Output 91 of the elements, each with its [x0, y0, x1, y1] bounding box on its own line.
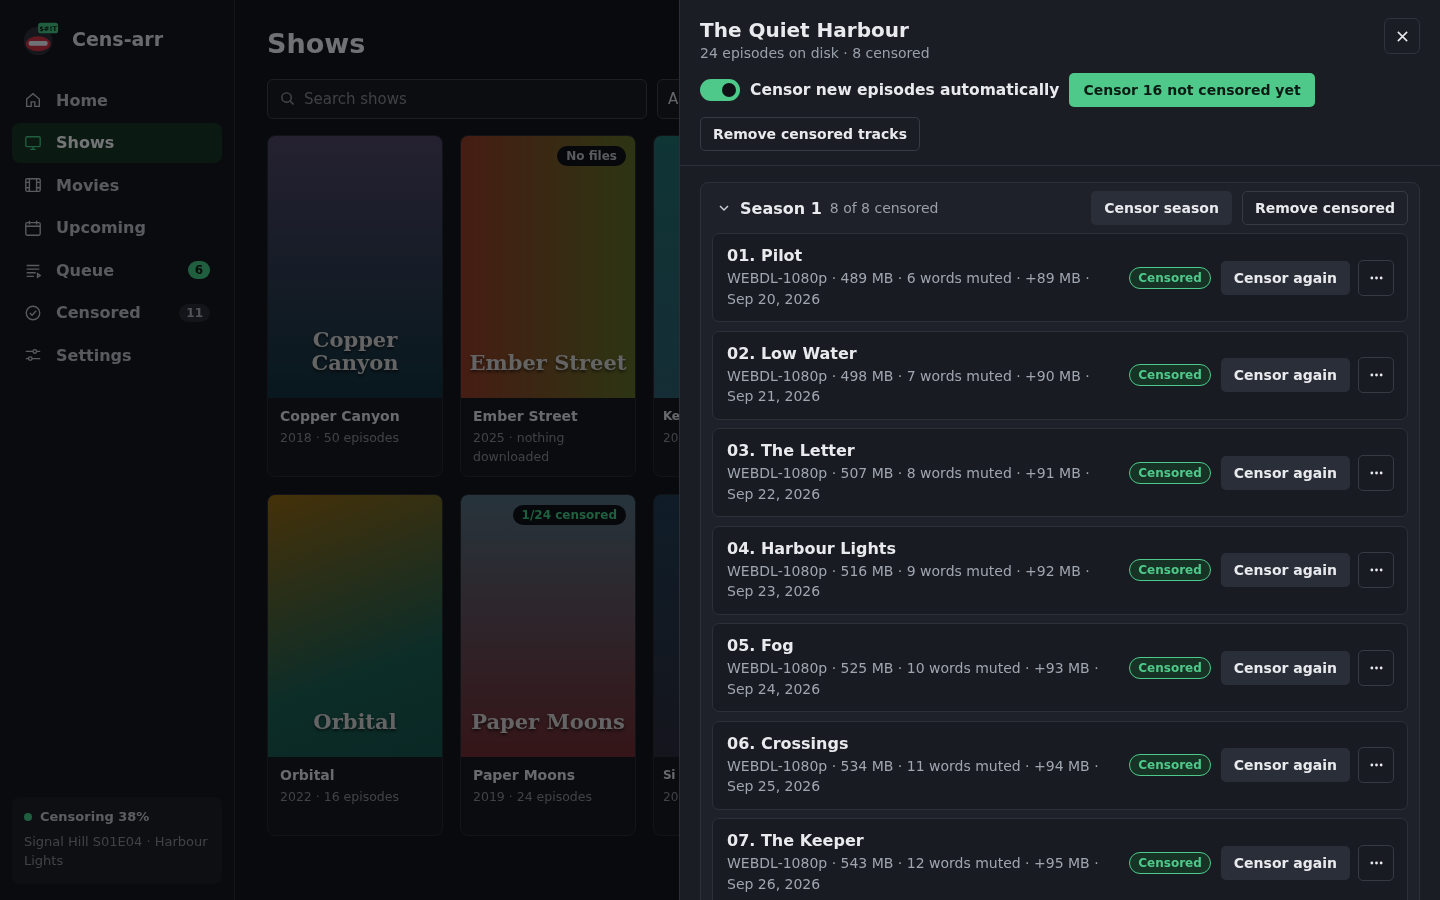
close-button[interactable]: [1384, 18, 1420, 54]
more-icon: [1369, 860, 1383, 865]
search-icon: [280, 91, 295, 106]
status-badge: Censored: [1129, 266, 1211, 289]
episode-title: 04. Harbour Lights: [727, 538, 897, 558]
censor-again-button[interactable]: Censor again: [1220, 553, 1350, 587]
episode-title: 05. Fog: [727, 636, 795, 655]
poster-title: Copper Canyon: [310, 327, 400, 374]
episode-title: 01. Pilot: [727, 246, 804, 265]
more-icon: [1369, 763, 1383, 767]
show-meta: 20: [663, 789, 679, 806]
poster-title: Ember Street: [468, 350, 628, 374]
censor-again-button[interactable]: Censor again: [1220, 455, 1350, 490]
close-icon: [1395, 29, 1409, 43]
show-meta: 20: [663, 430, 679, 447]
status-badge: Censored: [1129, 364, 1211, 386]
episode-title: 03. The Letter: [727, 441, 856, 460]
status-badge: Censored: [1129, 754, 1211, 776]
status-badge: Censored: [1129, 461, 1211, 484]
more-icon: [1369, 373, 1383, 377]
remove-button[interactable]: Remove censored tracks: [700, 117, 920, 151]
censor-again-button[interactable]: Censor again: [1220, 650, 1350, 685]
show-card[interactable]: Copper Canyon Copper Canyon 2018 · 50 episodes: [267, 135, 443, 477]
censor-again-button[interactable]: Censor again: [1220, 845, 1350, 880]
more-button[interactable]: [1358, 649, 1394, 686]
poster-badge: 1/24 censored: [512, 505, 626, 525]
more-button[interactable]: [1358, 747, 1394, 783]
status-title: Censoring 38%: [40, 809, 150, 824]
nav-item[interactable]: Shows: [12, 122, 222, 163]
status-dot: [24, 812, 32, 821]
toggle-label: Censor new episodes automatically: [750, 81, 1060, 99]
censor-again-button[interactable]: Censor again: [1220, 358, 1350, 392]
show-card[interactable]: 1/24 censored Paper Moons Paper Moons 2019 · 24 episodes: [460, 494, 636, 836]
film-icon: [24, 176, 42, 194]
censor-again-button[interactable]: Censor again: [1220, 748, 1350, 782]
poster-title: Orbital: [312, 709, 398, 733]
show-meta: 2022 · 16 episodes: [280, 788, 400, 806]
show-meta: 2018 · 50 episodes: [280, 429, 400, 447]
more-button[interactable]: [1358, 454, 1394, 491]
episode-meta: WEBDL-1080p · 525 MB · 10 words muted · +93 MB · Sep 24, 2026: [727, 659, 1100, 699]
toggle-switch[interactable]: [700, 79, 740, 101]
home-icon: [24, 91, 42, 109]
chevron-icon[interactable]: [718, 202, 730, 214]
censor-button[interactable]: Censor 16 not censored yet: [1069, 73, 1315, 107]
episode-meta: WEBDL-1080p · 534 MB · 11 words muted · +94 MB · Sep 25, 2026: [727, 756, 1100, 796]
season-summary: 8 of 8 censored: [829, 200, 939, 216]
episode-meta: WEBDL-1080p · 489 MB · 6 words muted · +89 MB · Sep 20, 2026: [727, 269, 1091, 309]
more-button[interactable]: [1358, 357, 1394, 393]
episode-title: 06. Crossings: [727, 733, 850, 753]
monitor-icon: [24, 133, 42, 152]
show-meta: 2025 · nothing downloaded: [473, 429, 566, 466]
episode-meta: WEBDL-1080p · 543 MB · 12 words muted · +95 MB · Sep 26, 2026: [727, 854, 1100, 894]
show-title: Si: [663, 767, 676, 784]
censor-again-button[interactable]: Censor again: [1220, 260, 1350, 295]
more-icon: [1369, 470, 1383, 475]
show-title: Ke: [663, 408, 680, 425]
episode-meta: WEBDL-1080p · 507 MB · 8 words muted · +91 MB · Sep 22, 2026: [727, 464, 1091, 504]
show-title: Paper Moons: [473, 767, 577, 783]
poster-title: Paper Moons: [470, 709, 626, 733]
count-badge: 6: [187, 261, 210, 279]
count-badge: 11: [179, 303, 210, 322]
sliders-icon: [24, 346, 42, 364]
app-name: Cens-arr: [72, 28, 164, 50]
season-button[interactable]: Censor season: [1091, 191, 1232, 225]
show-meta: 2019 · 24 episodes: [473, 788, 593, 806]
more-button[interactable]: [1358, 259, 1394, 296]
more-button[interactable]: [1358, 552, 1394, 588]
check-circle-icon: [24, 303, 42, 322]
episode-title: 02. Low Water: [727, 343, 858, 363]
more-icon: [1369, 568, 1383, 572]
calendar-icon: [24, 218, 42, 237]
status-badge: Censored: [1129, 559, 1211, 581]
season-button[interactable]: Remove censored: [1241, 191, 1408, 225]
page-title: Shows: [267, 28, 367, 59]
episode-meta: WEBDL-1080p · 516 MB · 9 words muted · +92 MB · Sep 23, 2026: [727, 561, 1091, 601]
more-icon: [1369, 665, 1383, 670]
season-title: Season 1: [740, 198, 822, 218]
show-card[interactable]: No files Ember Street Ember Street 2025 · nothing downloaded: [460, 135, 636, 477]
show-title: Copper Canyon: [280, 408, 401, 424]
status-badge: Censored: [1129, 656, 1211, 679]
show-card[interactable]: Orbital Orbital 2022 · 16 episodes: [267, 494, 443, 836]
episode-meta: WEBDL-1080p · 498 MB · 7 words muted · +90 MB · Sep 21, 2026: [727, 366, 1091, 406]
episode-title: 07. The Keeper: [727, 831, 865, 850]
more-button[interactable]: [1358, 844, 1394, 881]
poster-badge: No files: [557, 146, 626, 166]
show-title: Orbital: [280, 767, 336, 783]
status-badge: Censored: [1129, 851, 1211, 874]
show-title: Ember Street: [473, 408, 579, 424]
more-icon: [1369, 275, 1383, 280]
show-title: The Quiet Harbour: [700, 18, 910, 42]
show-summary: 24 episodes on disk · 8 censored: [700, 45, 930, 61]
